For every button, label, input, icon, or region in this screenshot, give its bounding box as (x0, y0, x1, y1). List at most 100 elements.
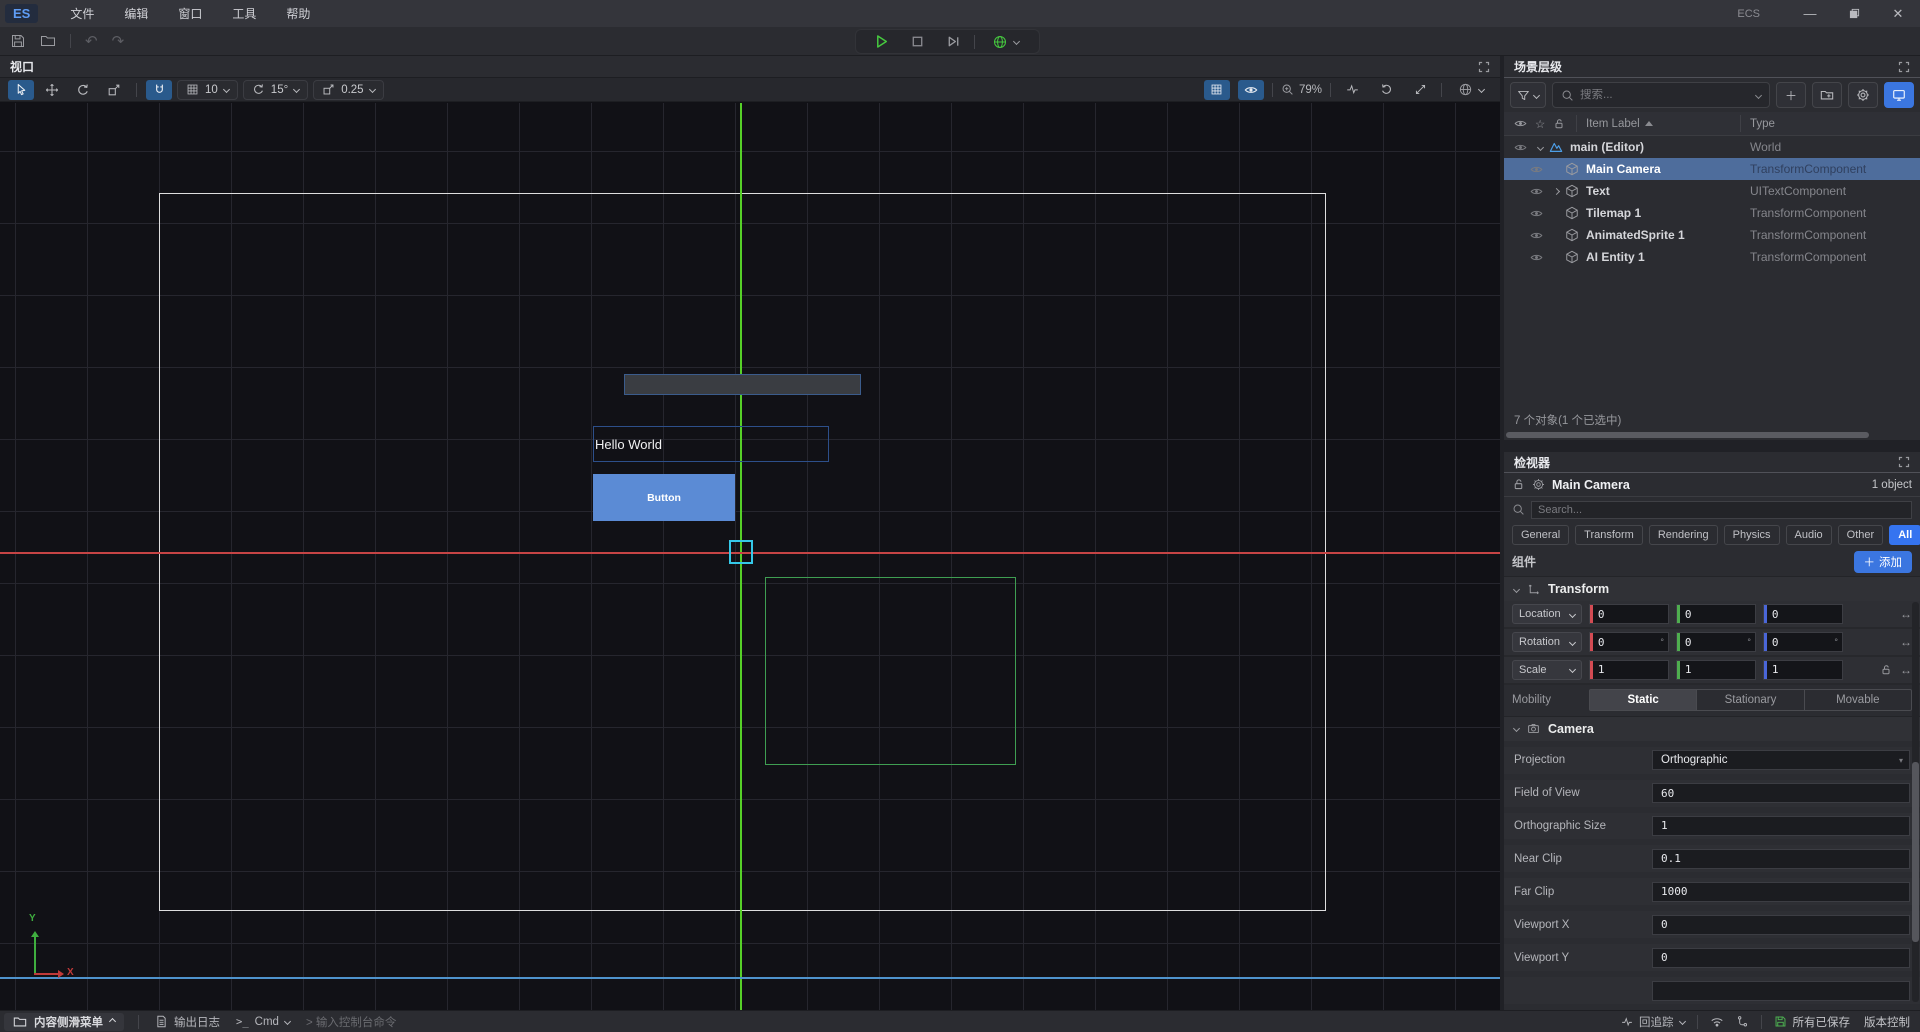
location-x-input[interactable] (1593, 608, 1668, 621)
far-clip-input[interactable] (1661, 885, 1901, 898)
orthographic-size-input[interactable] (1661, 819, 1901, 832)
chevron-down-icon[interactable] (1536, 143, 1543, 150)
close-button[interactable]: ✕ (1876, 0, 1920, 27)
tree-row-ai-entity[interactable]: AI Entity 1 TransformComponent (1504, 246, 1920, 268)
hierarchy-search-input[interactable] (1580, 89, 1750, 101)
ui-text-element[interactable]: Hello World (593, 426, 829, 462)
camera-section-header[interactable]: Camera (1504, 716, 1920, 741)
gear-icon[interactable] (1532, 478, 1545, 491)
lock-scale-icon[interactable] (1880, 664, 1892, 676)
tree-row-tilemap[interactable]: Tilemap 1 TransformComponent (1504, 202, 1920, 224)
rotate-tool-button[interactable] (70, 80, 96, 100)
redo-icon[interactable]: ↷ (112, 34, 125, 49)
add-entity-button[interactable]: ＋ (1776, 82, 1806, 108)
fit-view-button[interactable] (1407, 80, 1433, 100)
scale-z-input[interactable] (1767, 663, 1842, 676)
trace-dropdown[interactable]: 回追踪 (1621, 1014, 1685, 1030)
origin-handle[interactable] (729, 540, 753, 564)
rotate-snap-dropdown[interactable]: 15° (243, 80, 308, 100)
location-dropdown[interactable]: Location (1512, 604, 1582, 624)
hierarchy-search[interactable] (1552, 82, 1770, 108)
open-folder-icon[interactable] (40, 33, 56, 49)
scale-y-input[interactable] (1680, 663, 1755, 676)
cmd-dropdown[interactable]: >_ Cmd (236, 1016, 290, 1028)
rotation-x-input[interactable] (1593, 636, 1668, 649)
menu-file[interactable]: 文件 (56, 2, 108, 25)
scale-snap-dropdown[interactable]: 0.25 (313, 80, 383, 100)
move-tool-button[interactable] (39, 80, 65, 100)
ui-panel-element[interactable] (624, 374, 861, 395)
mobility-stationary[interactable]: Stationary (1697, 690, 1804, 710)
eye-icon[interactable] (1514, 141, 1527, 154)
mobility-static[interactable]: Static (1590, 690, 1697, 710)
play-button[interactable] (866, 31, 896, 52)
save-icon[interactable] (10, 33, 26, 49)
eye-icon[interactable] (1530, 185, 1543, 198)
location-z-input[interactable] (1767, 608, 1842, 621)
display-mode-button[interactable] (1884, 82, 1914, 108)
visibility-button[interactable] (1238, 80, 1264, 100)
link-axes-icon[interactable]: ↔ (1900, 607, 1912, 621)
stop-button[interactable] (902, 31, 932, 52)
menu-edit[interactable]: 编辑 (110, 2, 162, 25)
minimize-button[interactable]: — (1788, 0, 1832, 27)
undo-icon[interactable]: ↶ (85, 34, 98, 49)
inspector-expand-icon[interactable] (1898, 456, 1910, 468)
filter-button[interactable] (1510, 82, 1546, 108)
eye-icon[interactable] (1530, 163, 1543, 176)
zoom-indicator[interactable]: 79% (1281, 83, 1322, 96)
link-axes-icon[interactable]: ↔ (1900, 635, 1912, 649)
scale-x-input[interactable] (1593, 663, 1668, 676)
scale-tool-button[interactable] (101, 80, 127, 100)
network-icon[interactable] (1710, 1015, 1724, 1029)
add-folder-button[interactable] (1812, 82, 1842, 108)
eye-column-icon[interactable] (1514, 117, 1527, 130)
inspector-search-input[interactable] (1538, 504, 1905, 516)
menu-tools[interactable]: 工具 (218, 2, 270, 25)
tab-physics[interactable]: Physics (1724, 525, 1780, 545)
transform-section-header[interactable]: Transform (1504, 576, 1920, 601)
rotation-dropdown[interactable]: Rotation (1512, 632, 1582, 652)
lock-icon[interactable] (1512, 478, 1525, 491)
tab-transform[interactable]: Transform (1575, 525, 1643, 545)
inspector-scrollbar[interactable] (1912, 602, 1919, 1002)
hierarchy-hscrollbar[interactable] (1504, 430, 1920, 440)
rotation-y-input[interactable] (1680, 636, 1755, 649)
mobility-movable[interactable]: Movable (1805, 690, 1911, 710)
tree-row-main[interactable]: main (Editor) World (1504, 136, 1920, 158)
star-column-icon[interactable]: ☆ (1535, 117, 1545, 131)
menu-help[interactable]: 帮助 (272, 2, 324, 25)
hierarchy-expand-icon[interactable] (1898, 61, 1910, 73)
view-mode-dropdown[interactable] (1450, 80, 1492, 100)
scale-dropdown[interactable]: Scale (1512, 660, 1582, 680)
column-item-label[interactable]: Item Label (1586, 118, 1653, 130)
ui-button-element[interactable]: Button (593, 474, 735, 521)
run-target-dropdown[interactable] (981, 31, 1029, 52)
tree-row-animatedsprite[interactable]: AnimatedSprite 1 TransformComponent (1504, 224, 1920, 246)
link-axes-icon[interactable]: ↔ (1900, 663, 1912, 677)
connector-icon[interactable] (1736, 1015, 1749, 1028)
menu-window[interactable]: 窗口 (164, 2, 216, 25)
near-clip-input[interactable] (1661, 852, 1901, 865)
output-log-button[interactable]: 输出日志 (155, 1014, 220, 1030)
console-command-placeholder[interactable]: > 输入控制台命令 (306, 1014, 396, 1030)
tab-general[interactable]: General (1512, 525, 1569, 545)
add-component-button[interactable]: ＋添加 (1854, 551, 1913, 573)
lock-column-icon[interactable] (1553, 118, 1565, 130)
select-tool-button[interactable] (8, 80, 34, 100)
tab-audio[interactable]: Audio (1786, 525, 1832, 545)
location-y-input[interactable] (1680, 608, 1755, 621)
step-button[interactable] (938, 31, 968, 52)
show-grid-button[interactable] (1204, 80, 1230, 100)
content-drawer-button[interactable]: 内容侧滑菜单 (4, 1013, 124, 1031)
tree-row-main-camera[interactable]: Main Camera TransformComponent (1504, 158, 1920, 180)
viewport-x-input[interactable] (1661, 918, 1901, 931)
field-of-view-input[interactable] (1661, 787, 1901, 800)
version-control-button[interactable]: 版本控制 (1864, 1014, 1910, 1030)
viewport-y-input[interactable] (1661, 951, 1901, 964)
column-type[interactable]: Type (1750, 118, 1775, 130)
eye-icon[interactable] (1530, 207, 1543, 220)
scene-canvas[interactable]: Hello World Button Y X (0, 103, 1500, 1010)
eye-icon[interactable] (1530, 251, 1543, 264)
reset-view-button[interactable] (1373, 80, 1399, 100)
